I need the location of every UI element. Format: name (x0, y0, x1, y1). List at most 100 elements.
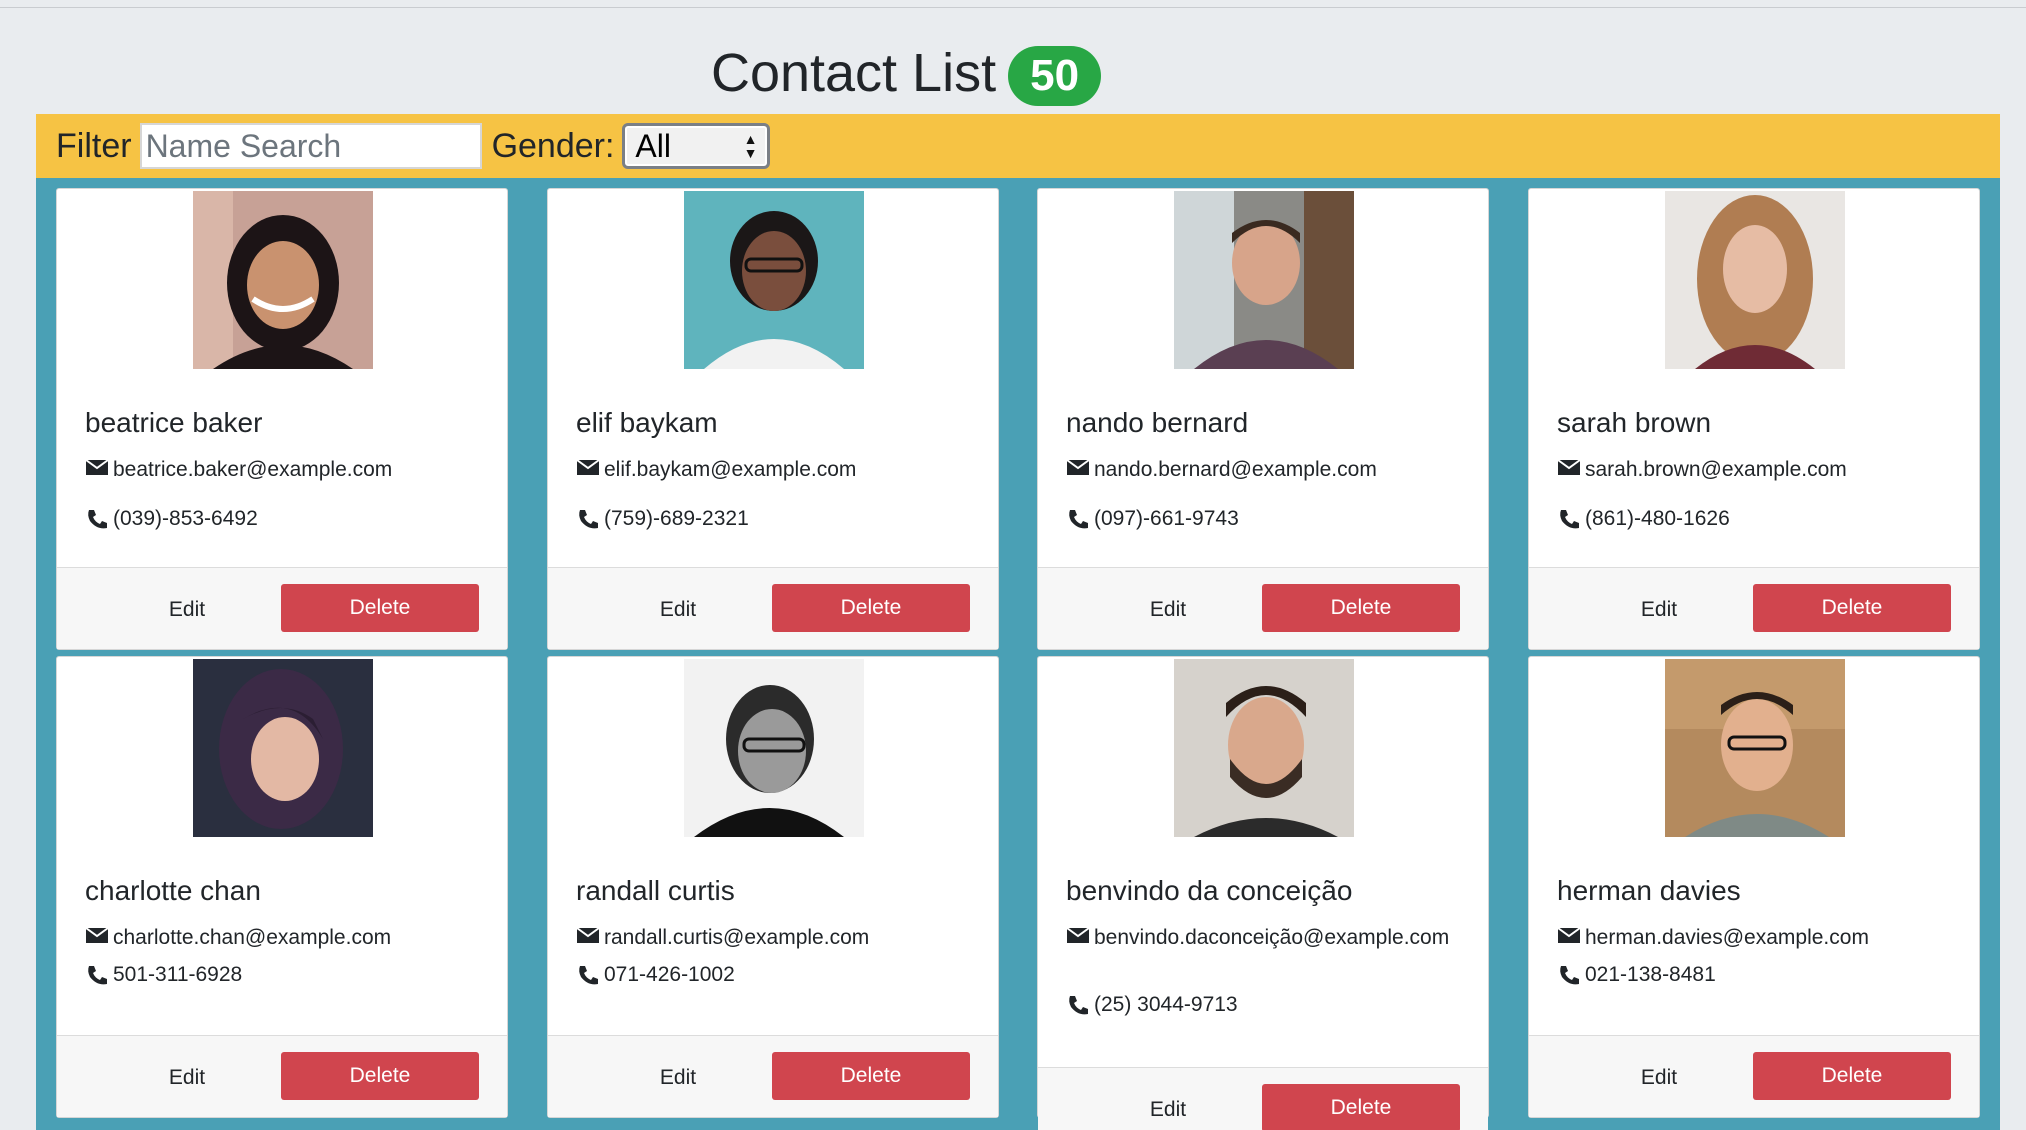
contact-email-row: benvindo.daconceição@example.com (1066, 923, 1476, 953)
contact-card: herman davies herman.davies@example.com … (1528, 656, 1980, 1118)
card-footer: Edit Delete (548, 567, 998, 649)
contact-count-badge: 50 (1008, 46, 1102, 106)
contact-phone-row: (861)-480-1626 (1557, 507, 1730, 531)
contact-email-row: sarah.brown@example.com (1557, 455, 1967, 485)
contact-phone[interactable]: (861)-480-1626 (1585, 507, 1730, 531)
edit-button[interactable]: Edit (618, 590, 738, 630)
phone-icon (1069, 996, 1088, 1015)
contact-avatar (684, 191, 864, 369)
card-footer: Edit Delete (57, 567, 507, 649)
contact-phone[interactable]: (039)-853-6492 (113, 507, 258, 531)
envelope-icon (576, 927, 600, 943)
contact-email-row: herman.davies@example.com (1557, 923, 1967, 953)
envelope-icon (85, 459, 109, 475)
phone-icon (579, 966, 598, 985)
delete-button[interactable]: Delete (281, 1052, 479, 1100)
contact-name: benvindo da conceição (1066, 875, 1353, 906)
contact-card: benvindo da conceição benvindo.daconceiç… (1037, 656, 1489, 1130)
contact-phone-row: (759)-689-2321 (576, 507, 749, 531)
edit-button[interactable]: Edit (1108, 590, 1228, 630)
delete-button[interactable]: Delete (281, 584, 479, 632)
card-footer: Edit Delete (548, 1035, 998, 1117)
contact-card: elif baykam elif.baykam@example.com (759… (547, 188, 999, 650)
contact-phone-row: (039)-853-6492 (85, 507, 258, 531)
contact-avatar (193, 191, 373, 369)
filter-label: Filter (56, 126, 132, 165)
phone-icon (579, 510, 598, 529)
card-footer: Edit Delete (1529, 1035, 1979, 1117)
contact-email[interactable]: randall.curtis@example.com (604, 923, 869, 953)
delete-button[interactable]: Delete (1753, 584, 1951, 632)
gender-label: Gender: (491, 126, 615, 165)
contact-email[interactable]: charlotte.chan@example.com (113, 923, 391, 953)
delete-button[interactable]: Delete (772, 1052, 970, 1100)
delete-button[interactable]: Delete (1753, 1052, 1951, 1100)
page-title: Contact List (710, 43, 997, 103)
contact-phone-row: (25) 3044-9713 (1066, 993, 1238, 1017)
card-footer: Edit Delete (1038, 1067, 1488, 1130)
phone-icon (88, 510, 107, 529)
phone-icon (88, 966, 107, 985)
edit-button[interactable]: Edit (1108, 1090, 1228, 1130)
delete-button[interactable]: Delete (772, 584, 970, 632)
contact-phone-row: 021-138-8481 (1557, 963, 1716, 987)
contact-email[interactable]: nando.bernard@example.com (1094, 455, 1377, 485)
contact-phone[interactable]: (25) 3044-9713 (1094, 993, 1238, 1017)
contact-avatar (193, 659, 373, 837)
contact-phone[interactable]: 021-138-8481 (1585, 963, 1716, 987)
contact-avatar (684, 659, 864, 837)
name-search-input[interactable] (139, 123, 482, 169)
card-footer: Edit Delete (1038, 567, 1488, 649)
delete-button[interactable]: Delete (1262, 584, 1460, 632)
contact-avatar (1665, 191, 1845, 369)
edit-button[interactable]: Edit (618, 1058, 738, 1098)
header: Contact List 50 (0, 36, 2026, 110)
phone-icon (1560, 966, 1579, 985)
contact-email[interactable]: sarah.brown@example.com (1585, 455, 1847, 485)
contact-phone-row: 501-311-6928 (85, 963, 242, 987)
contact-avatar (1665, 659, 1845, 837)
contact-name: elif baykam (576, 407, 718, 438)
select-arrows-icon: ▲ ▼ (743, 131, 758, 161)
edit-button[interactable]: Edit (127, 590, 247, 630)
contact-phone-row: (097)-661-9743 (1066, 507, 1239, 531)
contact-email[interactable]: benvindo.daconceição@example.com (1094, 923, 1449, 953)
envelope-icon (1557, 927, 1581, 943)
contact-card: beatrice baker beatrice.baker@example.co… (56, 188, 508, 650)
contact-email[interactable]: herman.davies@example.com (1585, 923, 1869, 953)
envelope-icon (576, 459, 600, 475)
gender-select-value: All (635, 127, 671, 164)
filter-bar: Filter Gender: All ▲▼ (36, 114, 2000, 178)
contact-name: herman davies (1557, 875, 1741, 906)
card-footer: Edit Delete (57, 1035, 507, 1117)
contact-phone[interactable]: (759)-689-2321 (604, 507, 749, 531)
contact-name: beatrice baker (85, 407, 263, 438)
contact-email-row: elif.baykam@example.com (576, 455, 986, 485)
contact-card: sarah brown sarah.brown@example.com (861… (1528, 188, 1980, 650)
card-footer: Edit Delete (1529, 567, 1979, 649)
delete-button[interactable]: Delete (1262, 1084, 1460, 1130)
contact-name: charlotte chan (85, 875, 261, 906)
envelope-icon (1066, 459, 1090, 475)
contact-email-row: randall.curtis@example.com (576, 923, 986, 953)
contact-card: nando bernard nando.bernard@example.com … (1037, 188, 1489, 650)
contact-phone[interactable]: 501-311-6928 (113, 963, 242, 987)
contact-name: sarah brown (1557, 407, 1712, 438)
phone-icon (1069, 510, 1088, 529)
contact-name: randall curtis (576, 875, 735, 906)
top-divider (0, 7, 2026, 8)
contact-card: randall curtis randall.curtis@example.co… (547, 656, 999, 1118)
edit-button[interactable]: Edit (1599, 590, 1719, 630)
contact-email[interactable]: beatrice.baker@example.com (113, 455, 392, 485)
contact-avatar (1174, 659, 1354, 837)
contact-phone[interactable]: 071-426-1002 (604, 963, 735, 987)
edit-button[interactable]: Edit (1599, 1058, 1719, 1098)
edit-button[interactable]: Edit (127, 1058, 247, 1098)
contact-name: nando bernard (1066, 407, 1249, 438)
envelope-icon (85, 927, 109, 943)
contact-card: charlotte chan charlotte.chan@example.co… (56, 656, 508, 1118)
gender-select[interactable]: All ▲ ▼ (622, 123, 771, 169)
envelope-icon (1557, 459, 1581, 475)
contact-email[interactable]: elif.baykam@example.com (604, 455, 856, 485)
contact-phone[interactable]: (097)-661-9743 (1094, 507, 1239, 531)
